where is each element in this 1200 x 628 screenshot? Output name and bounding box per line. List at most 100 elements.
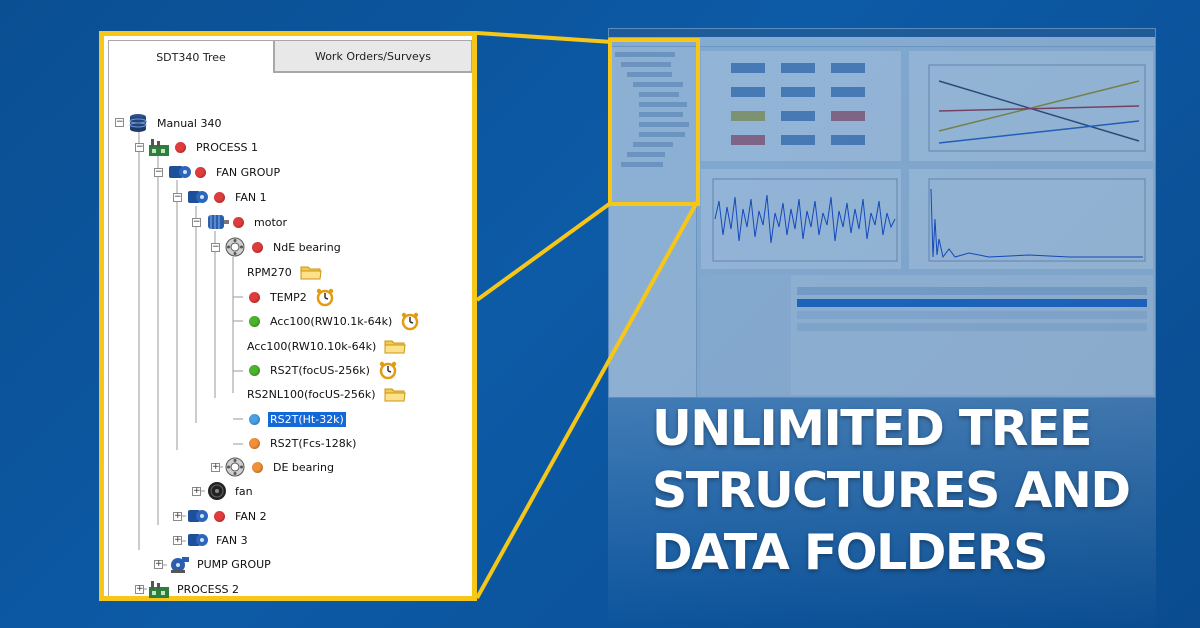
status-blue-icon (249, 413, 260, 425)
tree-node-label: DE bearing (273, 460, 334, 474)
bg-measurement-table (701, 275, 1153, 395)
tab-bar: SDT340 Tree Work Orders/Surveys (104, 36, 472, 73)
tab-work-orders-surveys[interactable]: Work Orders/Surveys (274, 40, 472, 72)
folder-icon (384, 338, 406, 354)
alarm-clock-icon (315, 287, 335, 307)
motor-expander[interactable]: − (192, 218, 201, 227)
tree-node-label: Manual 340 (157, 116, 222, 130)
tree-node-de-bearing[interactable]: DE bearing (224, 456, 336, 478)
background-app-screenshot (608, 28, 1156, 398)
tree-node-rs2t-ht-32k[interactable]: RS2T(Ht-32k) (249, 408, 346, 430)
status-red-icon (175, 141, 186, 153)
fan1-expander[interactable]: − (173, 193, 182, 202)
tree-panel: SDT340 Tree Work Orders/Surveys − Manual… (99, 31, 477, 601)
status-green-icon (249, 364, 260, 376)
tree-node-rs2t-focus-256k[interactable]: RS2T(focUS-256k) (249, 359, 398, 381)
tree-node-label: FAN GROUP (216, 165, 281, 179)
fan-group-expander[interactable]: − (154, 168, 163, 177)
alarm-clock-icon (378, 360, 398, 380)
pump-icon (167, 554, 191, 574)
tree-node-process-1[interactable]: PROCESS 1 (147, 136, 260, 158)
tree-node-fan-2[interactable]: FAN 2 (186, 505, 269, 527)
factory-icon (147, 579, 171, 599)
fan3-expander[interactable]: + (173, 536, 182, 545)
root-expander[interactable]: − (115, 118, 124, 127)
fan-icon (186, 506, 210, 526)
folder-icon (384, 386, 406, 402)
tree-node-fan-group[interactable]: FAN GROUP (167, 161, 282, 183)
status-green-icon (249, 315, 260, 327)
tree-node-rs2nl100[interactable]: RS2NL100(focUS-256k) (245, 383, 406, 405)
tree-node-motor[interactable]: motor (205, 211, 289, 233)
tree-view: − Manual 340 − PROCESS 1 − FAN GROUP − F… (108, 72, 472, 598)
bearing-icon (224, 237, 248, 257)
tree-node-fan-1[interactable]: FAN 1 (186, 186, 269, 208)
tree-node-rs2t-fcs-128k[interactable]: RS2T(Fcs-128k) (249, 432, 358, 454)
tree-node-process-2[interactable]: PROCESS 2 (147, 578, 241, 600)
tree-node-acc100-rw10-1k[interactable]: Acc100(RW10.1k-64k) (249, 310, 420, 332)
motor-icon (205, 212, 229, 232)
status-red-icon (252, 241, 263, 253)
tree-node-fan[interactable]: fan (205, 480, 255, 502)
bg-metrics-panel (701, 51, 901, 161)
fan-expander[interactable]: + (192, 487, 201, 496)
bg-static-trend-chart (909, 51, 1153, 161)
tree-node-temp2[interactable]: TEMP2 (249, 286, 335, 308)
database-icon (127, 113, 151, 133)
bg-menubar (609, 37, 1155, 47)
headline-line-2: STRUCTURES AND (652, 462, 1131, 519)
tree-node-label-selected: RS2T(Ht-32k) (268, 411, 346, 427)
tree-node-label: TEMP2 (270, 290, 307, 304)
headline: UNLIMITED TREE STRUCTURES AND DATA FOLDE… (652, 398, 1172, 584)
folder-icon (300, 264, 322, 280)
status-orange-icon (249, 437, 260, 449)
fan-icon (186, 187, 210, 207)
status-orange-icon (252, 461, 263, 473)
tree-node-label: motor (254, 215, 288, 229)
tree-node-label: FAN 1 (235, 190, 267, 204)
tree-node-pump-group[interactable]: PUMP GROUP (167, 553, 273, 575)
fan-icon (186, 530, 210, 550)
tab-sdt340-tree[interactable]: SDT340 Tree (108, 40, 274, 73)
tree-node-label: PROCESS 1 (196, 140, 259, 154)
status-red-icon (195, 166, 206, 178)
tree-node-label: Acc100(RW10.10k-64k) (247, 339, 377, 353)
tree-node-label: Acc100(RW10.1k-64k) (270, 314, 393, 328)
fan2-expander[interactable]: + (173, 512, 182, 521)
tree-node-label: PUMP GROUP (197, 557, 271, 571)
alarm-clock-icon (400, 311, 420, 331)
headline-line-3: DATA FOLDERS (652, 524, 1048, 581)
factory-icon (147, 137, 171, 157)
status-red-icon (214, 191, 225, 203)
headline-line-1: UNLIMITED TREE (652, 400, 1092, 457)
bg-tree-pane (609, 47, 697, 397)
tree-node-rpm270[interactable]: RPM270 (245, 261, 322, 283)
bg-waveform-chart (701, 169, 901, 269)
bg-spectrum-chart (909, 169, 1153, 269)
fan-motor-icon (167, 162, 191, 182)
tree-node-label: RS2T(Fcs-128k) (270, 436, 357, 450)
tree-node-label: FAN 3 (216, 533, 248, 547)
de-bearing-expander[interactable]: + (211, 463, 220, 472)
tree-node-acc100-rw10-10k[interactable]: Acc100(RW10.10k-64k) (245, 335, 406, 357)
tree-node-manual-340[interactable]: Manual 340 (127, 112, 223, 134)
status-red-icon (233, 216, 244, 228)
nde-bearing-expander[interactable]: − (211, 243, 220, 252)
tree-node-label: fan (235, 484, 253, 498)
bearing-icon (224, 457, 248, 477)
bg-titlebar (609, 29, 1155, 37)
status-red-icon (214, 510, 225, 522)
fan-blade-icon (205, 481, 229, 501)
tree-node-label: RS2T(focUS-256k) (270, 363, 370, 377)
tree-node-fan-3[interactable]: FAN 3 (186, 529, 250, 551)
tree-node-label: FAN 2 (235, 509, 267, 523)
tree-node-label: PROCESS 2 (177, 582, 240, 596)
tree-node-label: RPM270 (247, 265, 292, 279)
process2-expander[interactable]: + (135, 585, 144, 594)
tree-node-nde-bearing[interactable]: NdE bearing (224, 236, 343, 258)
status-red-icon (249, 291, 260, 303)
pump-group-expander[interactable]: + (154, 560, 163, 569)
tree-node-label: RS2NL100(focUS-256k) (247, 387, 376, 401)
tree-node-label: NdE bearing (273, 240, 341, 254)
process1-expander[interactable]: − (135, 143, 144, 152)
